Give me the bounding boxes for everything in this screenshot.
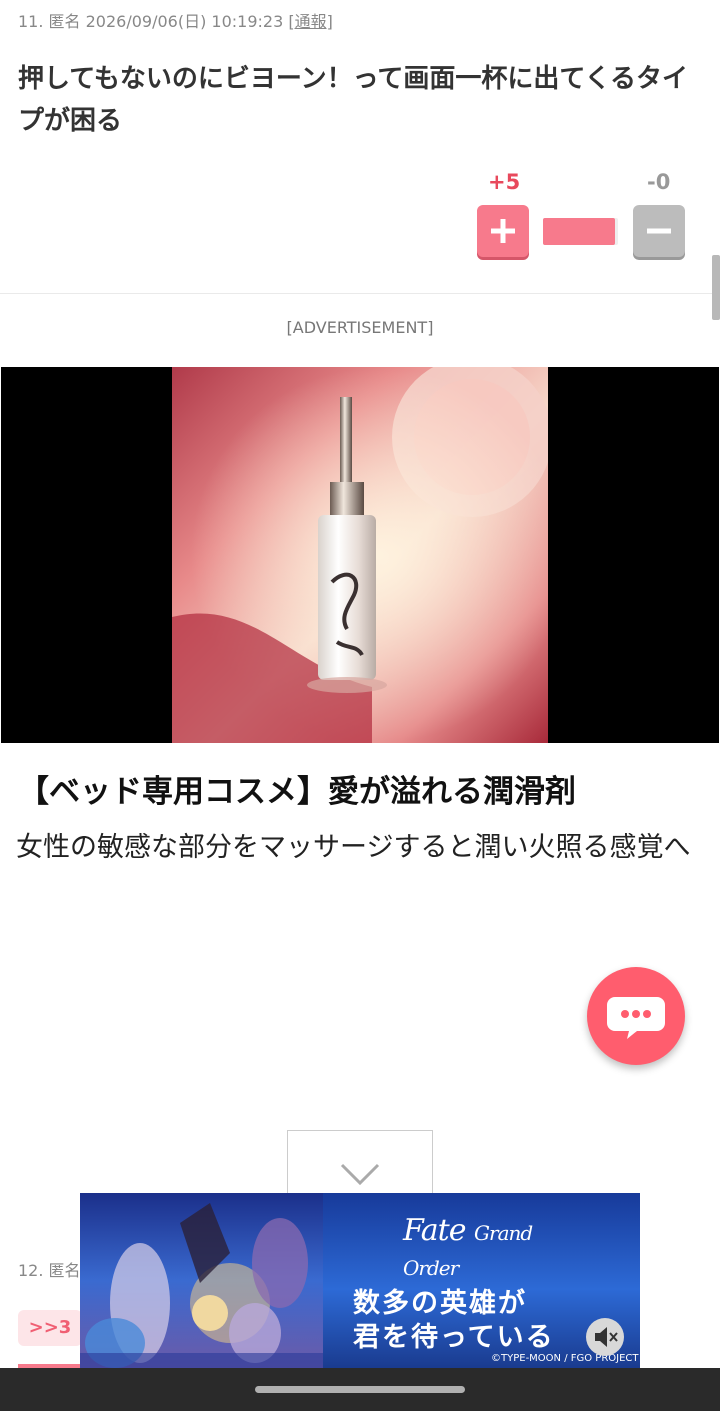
banner-artwork (80, 1193, 323, 1368)
scrollbar[interactable] (712, 255, 720, 320)
plus-vote-button[interactable] (477, 205, 529, 257)
minus-count: -0 (647, 170, 671, 194)
ad-video-frame[interactable] (172, 367, 548, 743)
banner-tagline-2: 君を待っている (353, 1322, 555, 1353)
fgo-logo: Fate Grand Order (403, 1213, 563, 1283)
comment-12-meta: 12. 匿名 (18, 1261, 81, 1280)
ad-title[interactable]: 【ベッド専用コスメ】愛が溢れる潤滑剤 (18, 766, 576, 811)
banner-text-panel: Fate Grand Order 数多の英雄が 君を待っている ©TYPE-MO… (323, 1193, 640, 1368)
banner-ad[interactable]: Fate Grand Order 数多の英雄が 君を待っている ©TYPE-MO… (80, 1193, 640, 1368)
minus-vote-button[interactable] (633, 205, 685, 257)
fgo-logo-line1: Fate (403, 1213, 466, 1248)
banner-characters-image (80, 1193, 323, 1368)
report-link[interactable]: [通報] (288, 12, 333, 31)
ad-description[interactable]: 女性の敏感な部分をマッサージすると潤い火照る感覚へ (16, 828, 716, 868)
plus-count: +5 (488, 170, 521, 194)
comment-11-body: 押してもないのにビヨーン！って画面一杯に出てくるタイプが困る (18, 64, 689, 136)
comment-11-meta: 11. 匿名 2026/09/06(日) 10:19:23 [通報] (18, 8, 333, 32)
divider (0, 293, 720, 294)
mute-icon (595, 1327, 618, 1347)
vote-ratio-bar (543, 218, 618, 245)
ad-product-image (172, 367, 548, 743)
chat-bubble-icon (607, 997, 665, 1039)
mute-button[interactable] (586, 1318, 624, 1356)
home-gesture-handle[interactable] (255, 1386, 465, 1393)
comment-11-meta-text: 11. 匿名 2026/09/06(日) 10:19:23 (18, 12, 289, 31)
reply-anchor-badge[interactable]: >>3 (18, 1310, 82, 1346)
ad-label: [ADVERTISEMENT] (286, 318, 434, 337)
vote-ratio-fill (543, 218, 615, 245)
plus-icon (491, 219, 515, 243)
minus-icon (647, 228, 671, 234)
floating-comment-button[interactable] (587, 967, 685, 1065)
